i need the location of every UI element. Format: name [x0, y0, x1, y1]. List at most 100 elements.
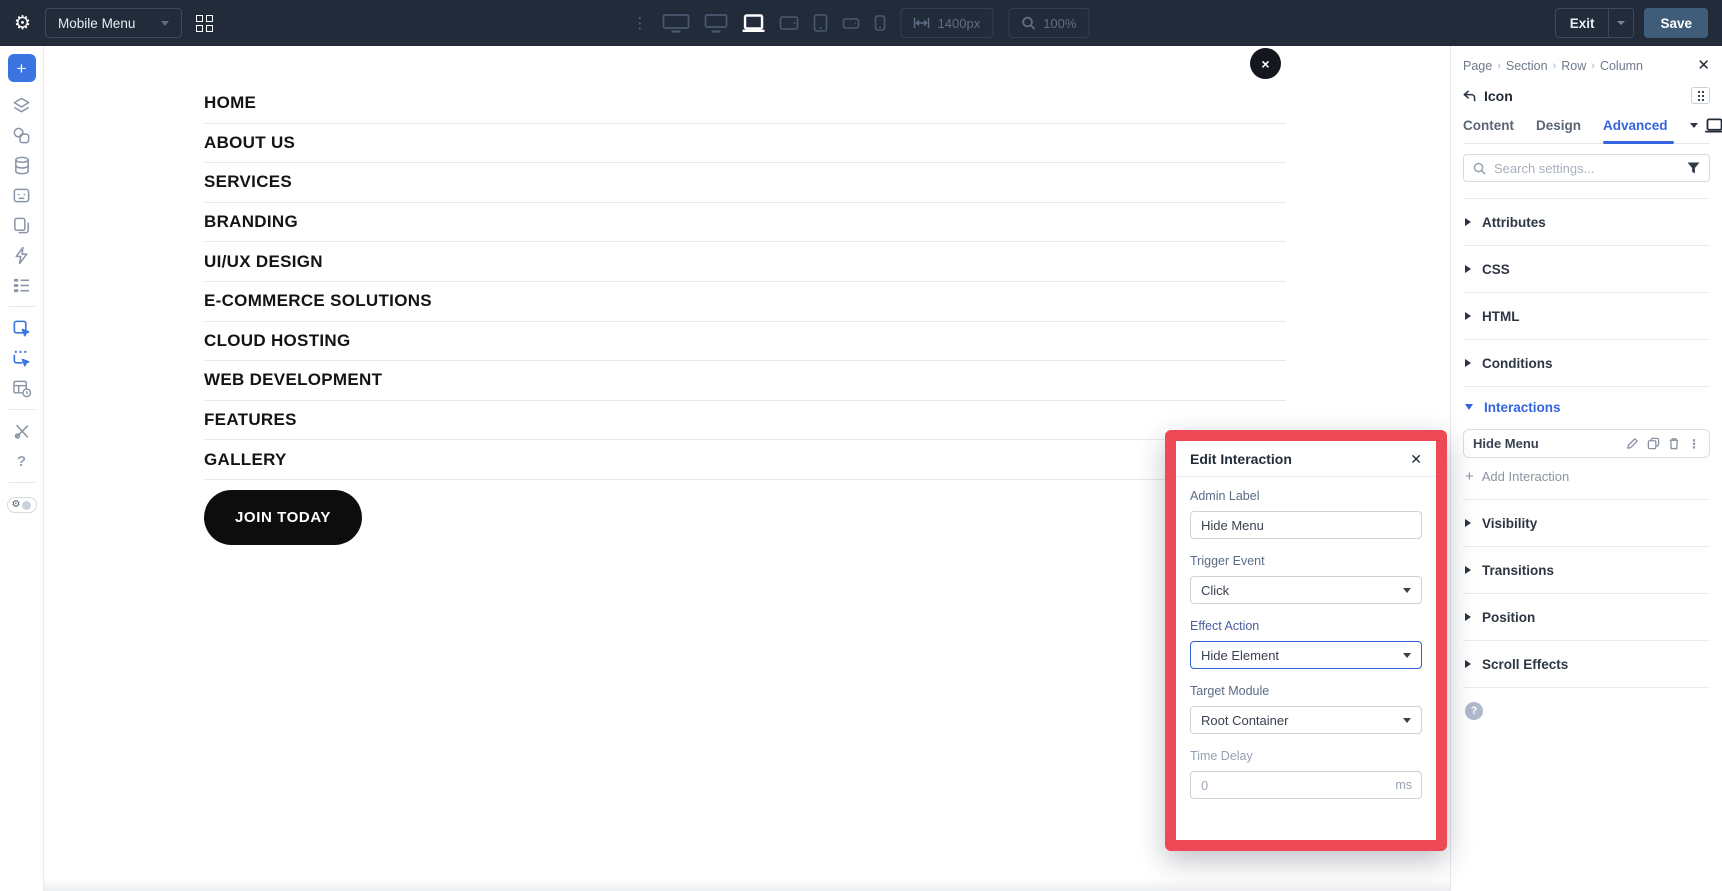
sidebar-divider	[9, 482, 35, 483]
tab-device-laptop-icon[interactable]	[1705, 118, 1722, 133]
page-selector-dropdown[interactable]: Mobile Menu	[45, 8, 182, 38]
admin-label-input[interactable]	[1190, 511, 1422, 539]
mobile-menu-list: HOMEABOUT USSERVICESBRANDINGUI/UX DESIGN…	[204, 84, 1286, 480]
help-button[interactable]: ?	[1465, 702, 1483, 720]
queue-list-icon[interactable]	[8, 270, 36, 300]
tab-advanced[interactable]: Advanced	[1603, 118, 1668, 143]
layers-icon[interactable]	[8, 90, 36, 120]
menu-item[interactable]: ABOUT US	[204, 124, 1286, 164]
device-tablet-portrait-icon[interactable]	[814, 14, 828, 32]
zoom-control[interactable]: 100%	[1008, 8, 1089, 38]
panel-close-icon[interactable]: ✕	[1697, 58, 1710, 73]
menu-close-button[interactable]: ×	[1250, 48, 1281, 79]
menu-item[interactable]: CLOUD HOSTING	[204, 322, 1286, 362]
canvas-width-control[interactable]: 1400px	[901, 8, 994, 38]
time-delay-input[interactable]	[1190, 771, 1422, 799]
time-delay-unit: ms	[1395, 778, 1412, 792]
section-label: Position	[1482, 610, 1535, 625]
breadcrumb-item-column[interactable]: Column	[1600, 59, 1643, 73]
interaction-item[interactable]: Hide Menu ⋮	[1463, 429, 1710, 458]
element-title: Icon	[1484, 88, 1513, 104]
interaction-select-alt-icon[interactable]	[8, 343, 36, 373]
interactions-section: Interactions Hide Menu	[1463, 387, 1710, 500]
duplicate-icon[interactable]	[1647, 437, 1660, 450]
breadcrumb-item-row[interactable]: Row	[1561, 59, 1586, 73]
back-arrow-icon[interactable]	[1463, 90, 1476, 102]
help-icon[interactable]: ?	[8, 446, 36, 476]
effect-action-dropdown[interactable]: Hide Element	[1190, 641, 1422, 669]
exit-options-button[interactable]	[1608, 9, 1633, 37]
menu-item[interactable]: E-COMMERCE SOLUTIONS	[204, 282, 1286, 322]
tab-device-chevron-icon[interactable]	[1690, 123, 1698, 128]
device-laptop-icon[interactable]	[743, 14, 765, 32]
interaction-select-icon[interactable]	[8, 313, 36, 343]
trigger-event-dropdown[interactable]: Click	[1190, 576, 1422, 604]
menu-item[interactable]: WEB DEVELOPMENT	[204, 361, 1286, 401]
section-attributes[interactable]: Attributes	[1463, 199, 1710, 246]
section-transitions[interactable]: Transitions	[1463, 547, 1710, 594]
search-settings-input[interactable]	[1494, 161, 1679, 176]
chevron-down-icon	[1403, 588, 1411, 593]
section-conditions[interactable]: Conditions	[1463, 340, 1710, 387]
lightning-icon[interactable]	[8, 240, 36, 270]
toolbar-left: ⚙ Mobile Menu	[14, 8, 213, 38]
settings-toggle[interactable]: ⚙	[7, 497, 37, 513]
design-shapes-icon[interactable]	[8, 120, 36, 150]
device-phone-landscape-icon[interactable]	[843, 18, 860, 29]
menu-item[interactable]: HOME	[204, 84, 1286, 124]
save-button[interactable]: Save	[1644, 8, 1708, 38]
trash-icon[interactable]	[1668, 437, 1680, 450]
settings-search	[1463, 154, 1710, 182]
page-selector-label: Mobile Menu	[58, 16, 135, 31]
breadcrumb-separator: ›	[1497, 60, 1501, 72]
device-desktop-large-icon[interactable]	[663, 14, 690, 33]
width-arrows-icon	[914, 17, 930, 29]
module-box-icon[interactable]	[8, 180, 36, 210]
breadcrumb-item-page[interactable]: Page	[1463, 59, 1492, 73]
menu-item[interactable]: UI/UX DESIGN	[204, 242, 1286, 282]
kebab-menu-icon[interactable]: ⋮	[1688, 437, 1700, 451]
tab-content[interactable]: Content	[1463, 118, 1514, 143]
section-html[interactable]: HTML	[1463, 293, 1710, 340]
modal-header: Edit Interaction ✕	[1176, 441, 1436, 477]
filter-funnel-icon[interactable]	[1687, 162, 1700, 174]
extend-styles-icon[interactable]	[1691, 87, 1710, 104]
target-module-dropdown[interactable]: Root Container	[1190, 706, 1422, 734]
toolbar-right: Exit Save	[1555, 8, 1708, 38]
device-desktop-icon[interactable]	[705, 14, 728, 33]
tools-icon[interactable]	[8, 416, 36, 446]
tab-design[interactable]: Design	[1536, 118, 1581, 143]
sidebar-divider	[9, 409, 35, 410]
breadcrumb-item-section[interactable]: Section	[1506, 59, 1548, 73]
modal-close-icon[interactable]: ✕	[1410, 452, 1422, 466]
exit-button[interactable]: Exit	[1556, 9, 1609, 37]
drag-handle-icon[interactable]: ⋮	[633, 19, 648, 28]
edit-pencil-icon[interactable]	[1626, 437, 1639, 450]
interactions-header[interactable]: Interactions	[1463, 387, 1710, 427]
breadcrumb-separator: ›	[1553, 60, 1557, 72]
add-element-button[interactable]: +	[8, 54, 36, 82]
menu-item[interactable]: FEATURES	[204, 401, 1286, 441]
section-css[interactable]: CSS	[1463, 246, 1710, 293]
settings-gear-icon[interactable]: ⚙	[14, 14, 31, 33]
section-label: Scroll Effects	[1482, 657, 1568, 672]
grid-view-icon[interactable]	[196, 15, 213, 32]
chevron-down-icon	[1403, 653, 1411, 658]
device-tablet-landscape-icon[interactable]	[780, 16, 799, 30]
table-history-icon[interactable]	[8, 373, 36, 403]
tabs-container: Content Design Advanced	[1463, 118, 1690, 143]
copy-pages-icon[interactable]	[8, 210, 36, 240]
join-today-button[interactable]: JOIN TODAY	[204, 490, 362, 545]
menu-item[interactable]: BRANDING	[204, 203, 1286, 243]
section-scroll-effects[interactable]: Scroll Effects	[1463, 641, 1710, 688]
add-interaction-button[interactable]: + Add Interaction	[1463, 468, 1710, 485]
menu-item[interactable]: GALLERY	[204, 440, 1286, 480]
section-position[interactable]: Position	[1463, 594, 1710, 641]
effect-action-field: Effect Action Hide Element	[1190, 619, 1422, 669]
device-phone-portrait-icon[interactable]	[875, 15, 886, 31]
toggle-circle-icon	[22, 501, 31, 510]
section-visibility[interactable]: Visibility	[1463, 500, 1710, 547]
database-icon[interactable]	[8, 150, 36, 180]
admin-label-field: Admin Label	[1190, 489, 1422, 539]
menu-item[interactable]: SERVICES	[204, 163, 1286, 203]
